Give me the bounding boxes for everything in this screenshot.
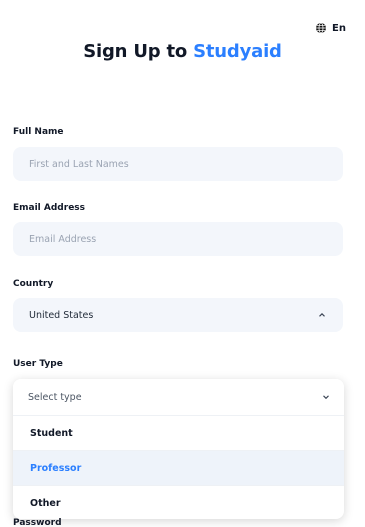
- user-type-label: User Type: [13, 359, 63, 369]
- user-type-select[interactable]: Select type: [13, 379, 344, 415]
- email-field[interactable]: Email Address: [13, 222, 343, 256]
- full-name-field[interactable]: First and Last Names: [13, 147, 343, 181]
- chevron-up-icon: [319, 313, 325, 317]
- full-name-label: Full Name: [13, 127, 64, 137]
- password-label: Password: [13, 518, 62, 527]
- language-selector[interactable]: En: [315, 22, 346, 34]
- email-placeholder: Email Address: [29, 233, 97, 245]
- brand-name: Studyaid: [193, 41, 282, 62]
- language-label: En: [332, 22, 346, 34]
- chevron-down-icon: [323, 395, 329, 400]
- option-other[interactable]: Other: [13, 485, 344, 519]
- option-student[interactable]: Student: [13, 415, 344, 450]
- country-select[interactable]: United States: [13, 298, 343, 332]
- country-label: Country: [13, 279, 54, 289]
- page-title: Sign Up to Studyaid: [0, 41, 365, 62]
- email-label: Email Address: [13, 203, 86, 213]
- title-prefix: Sign Up to: [83, 41, 194, 62]
- country-value: United States: [29, 309, 94, 321]
- globe-icon: [316, 22, 327, 34]
- option-professor[interactable]: Professor: [13, 450, 344, 485]
- full-name-placeholder: First and Last Names: [29, 158, 129, 170]
- user-type-dropdown[interactable]: Select type Student Professor Other: [13, 379, 344, 519]
- user-type-placeholder: Select type: [28, 391, 82, 403]
